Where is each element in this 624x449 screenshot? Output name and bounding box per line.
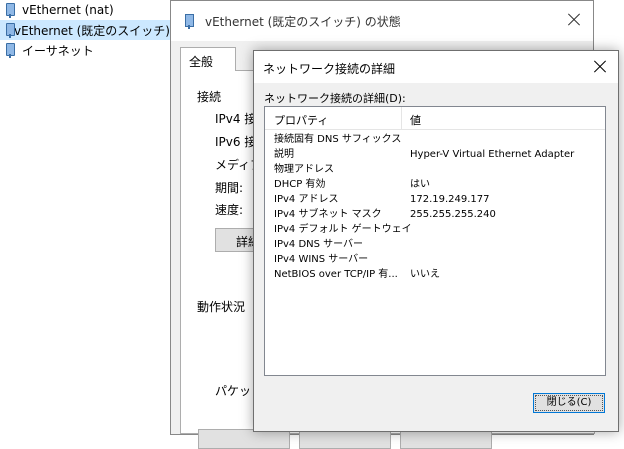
column-header-property[interactable]: プロパティ [274, 112, 328, 128]
table-row[interactable]: NetBIOS over TCP/IP 有... いいえ [265, 268, 605, 282]
table-row[interactable]: 物理アドレス [265, 163, 605, 177]
adapter-label: vEthernet (nat) [22, 3, 114, 17]
property-cell: IPv4 デフォルト ゲートウェイ [274, 224, 412, 235]
network-connection-details-dialog: ネットワーク接続の詳細 ネットワーク接続の詳細(D): プロパティ 値 接続固有… [253, 50, 619, 432]
diagnose-button[interactable] [400, 429, 492, 449]
speed-label: 速度: [215, 203, 244, 217]
status-titlebar[interactable]: vEthernet (既定のスイッチ) の状態 [171, 1, 593, 41]
duration-label: 期間: [215, 181, 244, 195]
property-cell: IPv4 WINS サーバー [274, 254, 369, 265]
listview-header: プロパティ 値 [265, 107, 605, 130]
property-cell: 物理アドレス [274, 164, 334, 175]
table-row[interactable]: IPv4 DNS サーバー [265, 238, 605, 252]
details-listview[interactable]: プロパティ 値 接続固有 DNS サフィックス 説明 Hyper-V Virtual… [264, 106, 606, 376]
column-header-value[interactable]: 値 [410, 112, 421, 128]
adapter-label: イーサネット [22, 43, 94, 58]
property-cell: IPv4 サブネット マスク [274, 209, 382, 220]
network-adapter-icon [4, 42, 16, 58]
value-cell: はい [410, 179, 430, 190]
value-cell: Hyper-V Virtual Ethernet Adapter [410, 149, 575, 160]
table-row[interactable]: DHCP 有効 はい [265, 178, 605, 192]
property-cell: NetBIOS over TCP/IP 有... [274, 269, 398, 280]
adapter-label: vEthernet (既定のスイッチ) [14, 23, 170, 38]
value-cell: 255.255.255.240 [410, 209, 496, 220]
value-cell: 172.19.249.177 [410, 194, 490, 205]
property-cell: 説明 [274, 149, 294, 160]
activity-heading: 動作状況 [197, 300, 246, 314]
network-adapter-icon [4, 22, 16, 38]
connection-heading: 接続 [197, 90, 222, 104]
details-titlebar[interactable]: ネットワーク接続の詳細 [254, 51, 618, 83]
close-button[interactable]: 閉じる(C) [533, 393, 605, 413]
table-row[interactable]: IPv4 アドレス 172.19.249.177 [265, 193, 605, 207]
details-dialog-title: ネットワーク接続の詳細 [263, 62, 396, 76]
property-cell: IPv4 アドレス [274, 194, 339, 205]
property-cell: IPv4 DNS サーバー [274, 239, 364, 250]
property-cell: DHCP 有効 [274, 179, 326, 190]
status-dialog-title: vEthernet (既定のスイッチ) の状態 [205, 15, 401, 29]
table-row[interactable]: IPv4 デフォルト ゲートウェイ [265, 223, 605, 237]
table-row[interactable]: 接続固有 DNS サフィックス [265, 133, 605, 147]
disable-button[interactable] [299, 429, 391, 449]
details-list-label: ネットワーク接続の詳細(D): [264, 92, 406, 105]
adapter-item-ethernet[interactable]: イーサネット [0, 40, 170, 60]
close-icon[interactable] [590, 57, 610, 77]
property-cell: 接続固有 DNS サフィックス [274, 134, 402, 145]
properties-button[interactable] [198, 429, 290, 449]
table-row[interactable]: IPv4 サブネット マスク 255.255.255.240 [265, 208, 605, 222]
close-icon[interactable] [563, 9, 585, 31]
adapter-item-vethernet-default-switch[interactable]: vEthernet (既定のスイッチ) [0, 20, 170, 40]
table-row[interactable]: 説明 Hyper-V Virtual Ethernet Adapter [265, 148, 605, 162]
adapter-item-vethernet-nat[interactable]: vEthernet (nat) [0, 0, 170, 20]
tab-general[interactable]: 全般 [180, 47, 236, 71]
network-adapter-icon [4, 2, 16, 18]
value-cell: いいえ [410, 269, 440, 280]
table-row[interactable]: IPv4 WINS サーバー [265, 253, 605, 267]
network-adapter-icon [183, 13, 195, 29]
column-separator[interactable] [401, 107, 402, 129]
